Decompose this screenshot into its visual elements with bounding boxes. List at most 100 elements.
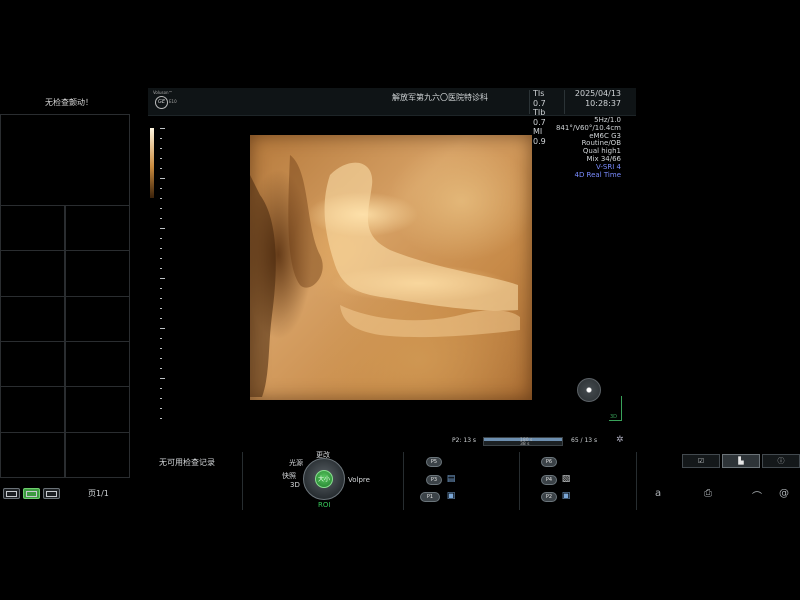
document-icon[interactable]: ▧ [561,474,571,484]
thumbnail-slot[interactable] [65,432,130,478]
p6-button[interactable]: P6 [541,457,557,467]
depth-tick [160,318,162,319]
knob-label-roi[interactable]: ROI [318,501,330,509]
tis-value: 0.7 [533,98,546,108]
depth-tick [160,378,165,379]
hospital-name: 解放军第九六〇医院特诊科 [392,93,488,102]
date-text: 2025/04/13 [574,89,621,98]
layout-switcher [3,488,60,499]
depth-tick [160,368,162,369]
depth-tick [160,278,165,279]
page-indicator: 页1/1 [88,489,109,498]
keyboard-a-icon[interactable]: a [655,488,661,499]
layout-2x2-button[interactable] [23,488,40,499]
depth-tick [160,338,162,339]
mode-line: 4D Real Time [574,170,621,179]
panel-divider [636,452,637,510]
thumbnail-slot[interactable] [65,387,130,433]
cine-scrubber[interactable]: 180 s 38 s [483,437,563,447]
depth-tick [160,358,162,359]
layout-1x2-button[interactable] [3,488,20,499]
thumbnail-slot[interactable] [0,432,65,478]
depth-tick [160,128,165,129]
cine-label-text: P2: [452,437,462,444]
depth-tick [160,288,162,289]
depth-tick [160,308,162,309]
depth-tick [160,328,165,329]
cine-frames: 65 / 13 s [571,437,598,444]
orientation-ball-icon[interactable] [577,378,601,402]
tis-label: TIs [533,89,545,98]
knob-label-3d[interactable]: 3D [290,481,300,489]
thumbnail-slot[interactable] [65,206,130,252]
knob-center-size-button[interactable]: 大小 [315,470,333,488]
thumbnail-slot[interactable] [0,251,65,297]
depth-tick [160,208,162,209]
axis-horizontal [609,420,622,421]
color-map-bar [150,128,154,198]
fetal-render-shapes [250,155,520,397]
panel-divider [519,452,520,510]
cine-loop-bar: P2: 13 s 180 s 38 s 65 / 13 s ✲ [452,435,627,448]
panel-divider [403,452,404,510]
thumbnail-grid [0,206,130,478]
depth-tick [160,158,162,159]
depth-tick [160,228,165,229]
network-monitor-icon[interactable]: ⎙ [704,488,712,499]
p5-button[interactable]: P5 [426,457,442,467]
no-exam-records: 无可用检查记录 [159,458,215,467]
depth-tick [160,398,162,399]
panel-divider [242,452,243,510]
depth-tick [160,178,165,179]
p1-button[interactable]: P1 [420,492,440,502]
depth-tick [160,418,162,419]
header-divider [529,90,530,114]
p3-button[interactable]: P3 [426,475,442,485]
depth-tick [160,138,162,139]
thumbnail-slot[interactable] [0,387,65,433]
tab-info[interactable]: ⓘ [762,454,800,468]
depth-tick [160,238,162,239]
axis-vertical [621,396,622,420]
save-disk-icon[interactable]: ▣ [446,491,456,501]
connection-icon[interactable]: ⌒ [752,488,762,503]
thumbnail-slot[interactable] [65,296,130,342]
layout-1x2-icon [6,490,17,497]
knob-label-volpre[interactable]: Volpre [348,476,370,484]
date-time: 2025/04/13 10:28:37 [568,89,621,108]
depth-tick [160,348,162,349]
p4-button[interactable]: P4 [541,475,557,485]
depth-tick [160,258,162,259]
knob-label-snapshot[interactable]: 快照 [282,471,296,481]
depth-tick [160,298,162,299]
brand-text: Voluson™ [153,90,173,95]
depth-tick [160,148,162,149]
save-disk-icon[interactable]: ▣ [561,491,571,501]
tab-measurements[interactable]: ▙ [722,454,760,468]
depth-tick [160,218,162,219]
model-text: E10 [169,99,177,104]
layout-3x3-button[interactable] [43,488,60,499]
printer-icon[interactable]: ▤ [446,474,456,484]
thumbnail-slot[interactable] [65,341,130,388]
at-sign-icon[interactable]: @ [779,488,789,499]
cine-track-bottom: 38 s [520,442,530,447]
depth-tick [160,248,162,249]
thumbnail-slot[interactable] [0,341,65,388]
rotary-knob[interactable]: 大小 [303,458,345,500]
ultrasound-3d-render[interactable] [250,135,532,400]
thumbnail-slot[interactable] [0,296,65,342]
thumbnail-slot[interactable] [0,206,65,252]
thumbnail-slot[interactable] [65,251,130,297]
tab-checklist[interactable]: ☑ [682,454,720,468]
knob-label-light[interactable]: 光源 [289,458,303,468]
layout-3x3-icon [46,490,57,497]
p2-button[interactable]: P2 [541,492,557,502]
depth-tick [160,388,162,389]
depth-tick [160,408,162,409]
ge-logo-icon: GE [155,96,168,109]
cine-settings-gear-icon[interactable]: ✲ [616,435,624,445]
axis-3d-label: 3D [610,414,618,420]
no-exam-warning: 无检查颤动！ [45,98,93,107]
cine-label: P2: 13 s [452,437,476,444]
